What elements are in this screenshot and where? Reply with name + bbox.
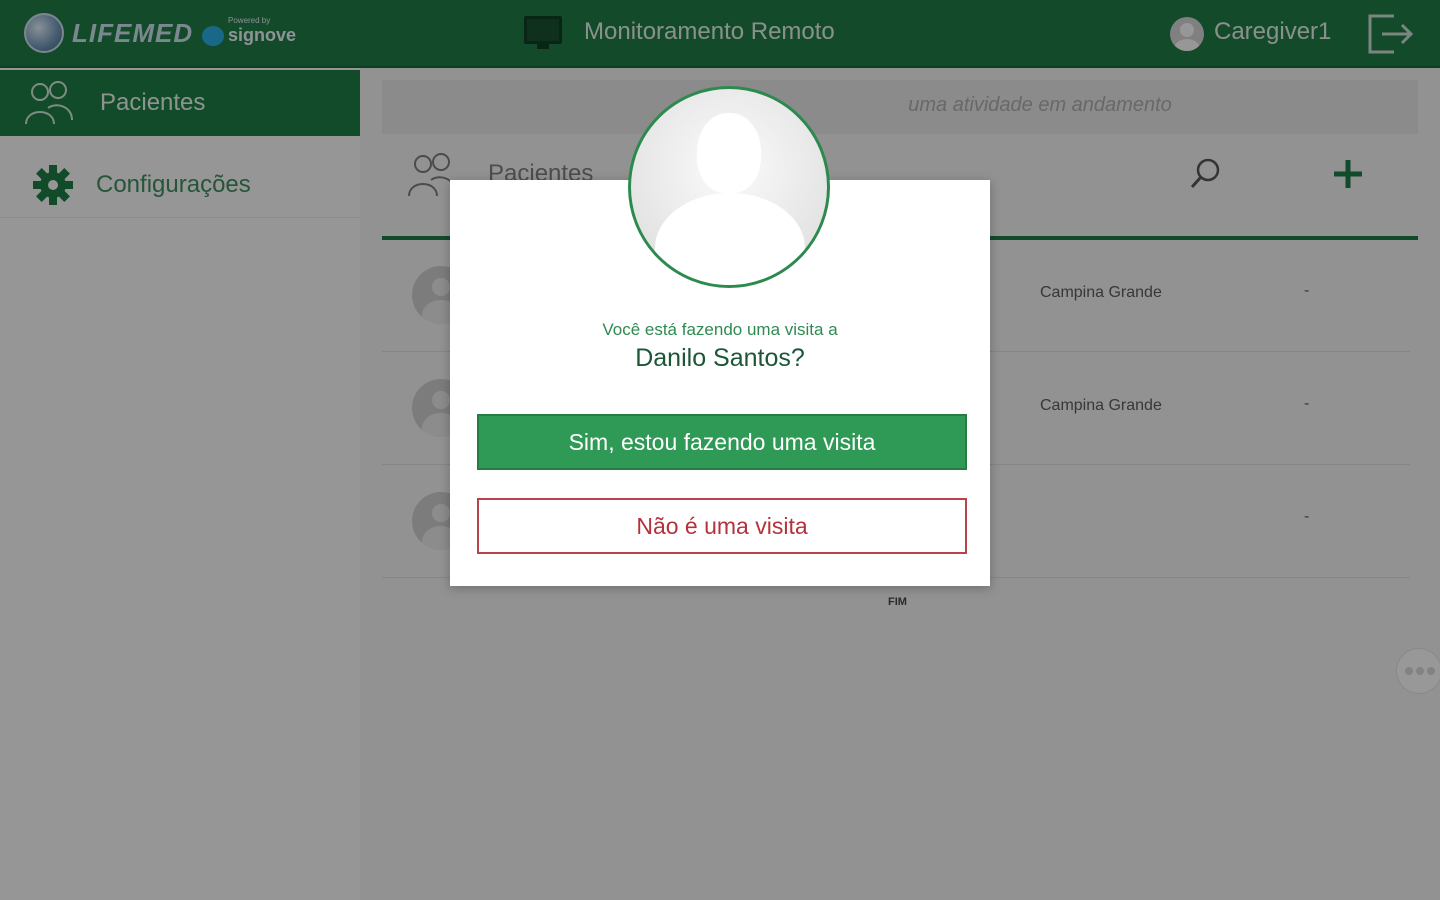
patient-name: Danilo Santos?	[635, 344, 805, 372]
deny-visit-button[interactable]: Não é uma visita	[477, 498, 967, 554]
visit-question: Você está fazendo uma visita a	[602, 320, 838, 339]
patient-avatar	[628, 86, 830, 288]
confirm-visit-button[interactable]: Sim, estou fazendo uma visita	[477, 414, 967, 470]
